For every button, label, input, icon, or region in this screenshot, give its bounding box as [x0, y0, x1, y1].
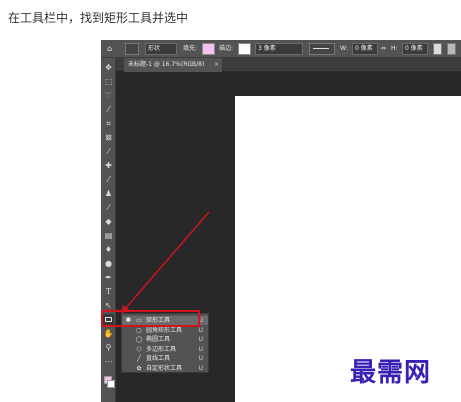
- stroke-width-field[interactable]: 3 像素: [255, 43, 303, 55]
- blur-tool-icon[interactable]: ♦: [103, 244, 114, 255]
- rectangle-tool-highlight: [101, 310, 200, 327]
- hand-tool-icon[interactable]: ✋: [103, 328, 114, 339]
- marquee-tool-icon[interactable]: ⬚: [103, 76, 114, 87]
- stroke-swatch[interactable]: [238, 43, 251, 55]
- document-tab-bar: 未标题-1 @ 16.7%(RGB/8) ×: [116, 58, 461, 72]
- more-tools-icon[interactable]: ⋯: [103, 356, 114, 367]
- flyout-item-label: 自定形状工具: [146, 364, 183, 372]
- stroke-line-icon: [313, 48, 329, 49]
- height-label: H:: [391, 45, 398, 52]
- flyout-item[interactable]: ⬡ 多边形工具 U: [122, 345, 208, 354]
- stroke-width-value: 3 像素: [258, 45, 276, 52]
- zoom-tool-icon[interactable]: ⚲: [103, 342, 114, 353]
- flyout-item[interactable]: ◯ 椭圆工具 U: [122, 335, 208, 344]
- flyout-item-icon: ⬡: [136, 345, 142, 353]
- flyout-item-shortcut: U: [198, 355, 203, 362]
- gradient-tool-icon[interactable]: ▤: [103, 230, 114, 241]
- flyout-item-shortcut: U: [198, 364, 203, 372]
- flyout-item[interactable]: ✿ 自定形状工具 U: [122, 364, 208, 373]
- magic-wand-tool-icon[interactable]: ⁄: [103, 104, 114, 115]
- flyout-item-shortcut: U: [198, 345, 203, 353]
- flyout-item-label: 多边形工具: [146, 345, 177, 353]
- fill-swatch[interactable]: [202, 43, 215, 55]
- flyout-item[interactable]: ╱ 直线工具 U: [122, 354, 208, 363]
- toolbar: ✥ ⬚ ➰ ⁄ ⌗ ⊠ ⁄ ✚ ⁄ ♟ ⁄ ◆ ▤ ♦ ● ✒ T ↖ ✋ ⚲ …: [101, 58, 116, 402]
- width-label: W:: [340, 45, 348, 52]
- flyout-item-icon: ╱: [137, 355, 141, 362]
- document-tab[interactable]: 未标题-1 @ 16.7%(RGB/8) ×: [124, 58, 222, 72]
- frame-tool-icon[interactable]: ⊠: [103, 132, 114, 143]
- caption: 在工具栏中，找到矩形工具并选中: [8, 11, 189, 25]
- flyout-item-icon: ✿: [136, 364, 142, 372]
- options-bar: ⌂ 形状 填充: 描边: 3 像素 W: 0 像素 ⇔ H: 0 像素: [101, 40, 461, 58]
- history-brush-tool-icon[interactable]: ⁄: [103, 202, 114, 213]
- stroke-style-dropdown[interactable]: [309, 43, 335, 55]
- flyout-item-label: 椭圆工具: [146, 336, 171, 343]
- width-field[interactable]: 0 像素: [352, 43, 378, 55]
- tab-close-icon[interactable]: ×: [214, 58, 219, 72]
- crop-tool-icon[interactable]: ⌗: [103, 118, 114, 129]
- eraser-tool-icon[interactable]: ◆: [103, 216, 114, 227]
- stroke-label: 描边:: [219, 45, 234, 52]
- fill-label: 填充:: [183, 45, 198, 52]
- lasso-tool-icon[interactable]: ➰: [103, 90, 114, 101]
- dodge-tool-icon[interactable]: ●: [103, 258, 114, 269]
- pen-tool-icon[interactable]: ✒: [103, 272, 114, 283]
- width-value: 0 像素: [355, 45, 373, 52]
- flyout-item-icon: ◯: [135, 336, 143, 343]
- move-tool-icon[interactable]: ✥: [103, 62, 114, 73]
- flyout-item-shortcut: U: [198, 336, 203, 343]
- height-field[interactable]: 0 像素: [402, 43, 428, 55]
- eyedropper-tool-icon[interactable]: ⁄: [103, 146, 114, 157]
- healing-brush-tool-icon[interactable]: ✚: [103, 160, 114, 171]
- path-operations-icon[interactable]: [433, 43, 442, 55]
- mode-value: 形状: [148, 45, 161, 52]
- flyout-item-icon: ▢: [136, 326, 142, 334]
- type-tool-icon[interactable]: T: [103, 286, 114, 297]
- shape-preset-picker[interactable]: [125, 43, 139, 55]
- mode-select[interactable]: 形状: [145, 43, 177, 55]
- flyout-item-label: 直线工具: [146, 355, 171, 362]
- background-color-swatch[interactable]: [107, 380, 115, 388]
- watermark: 最需网: [350, 358, 432, 388]
- clone-stamp-tool-icon[interactable]: ♟: [103, 188, 114, 199]
- height-value: 0 像素: [405, 45, 423, 52]
- home-icon[interactable]: ⌂: [107, 43, 112, 55]
- document-tab-label: 未标题-1 @ 16.7%(RGB/8): [128, 61, 205, 68]
- link-icon[interactable]: ⇔: [381, 43, 386, 55]
- path-alignment-icon[interactable]: [447, 43, 456, 55]
- brush-tool-icon[interactable]: ⁄: [103, 174, 114, 185]
